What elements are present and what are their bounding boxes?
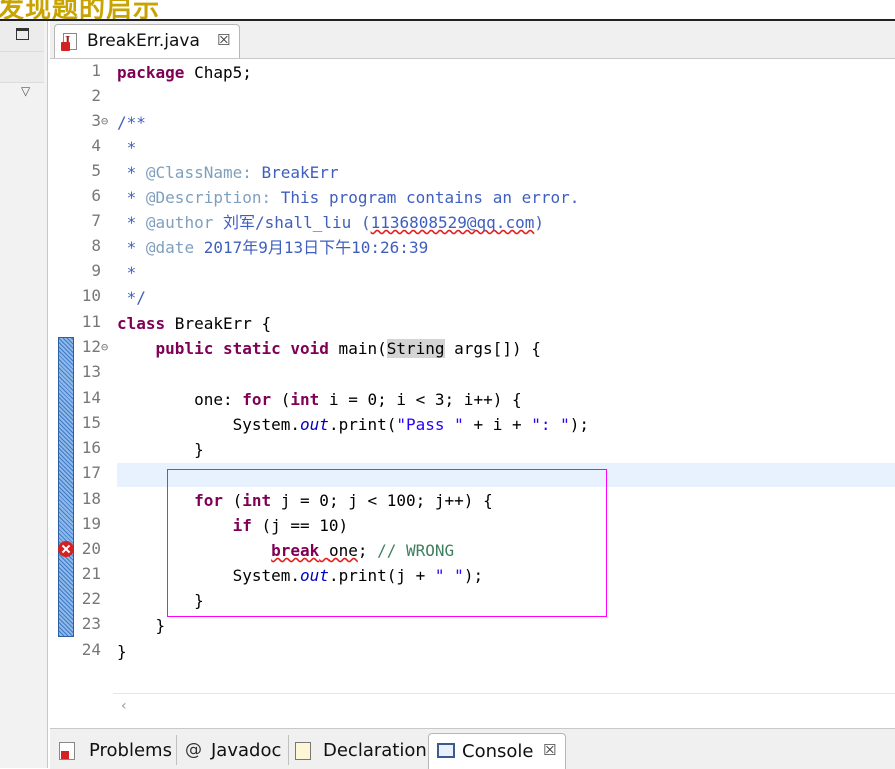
code-line-10: */	[117, 288, 146, 307]
line-number: 11	[81, 312, 101, 331]
problems-icon	[59, 742, 75, 760]
line-number: 20	[81, 539, 101, 558]
code-line-8: * @date 2017年9月13日下午10:26:39	[117, 238, 429, 257]
line-number: 8	[91, 236, 101, 255]
horizontal-scrollbar[interactable]: ‹	[113, 693, 895, 722]
tab-separator	[176, 735, 177, 765]
fold-minus-icon[interactable]: ⊖	[101, 340, 108, 354]
declaration-icon	[295, 742, 311, 760]
code-line-15: System.out.print("Pass " + i + ": ");	[117, 415, 590, 434]
code-line-24: }	[117, 642, 127, 661]
code-line-23: }	[117, 616, 166, 635]
view-menu-button[interactable]	[0, 52, 44, 83]
line-number: 21	[81, 564, 101, 583]
line-number: 12	[81, 337, 101, 356]
tab-separator	[288, 735, 289, 765]
change-marker-bar[interactable]	[58, 337, 74, 637]
line-number: 9	[91, 261, 101, 280]
tab-javadoc[interactable]: @ Javadoc	[180, 733, 286, 769]
at-icon: @	[185, 740, 202, 760]
line-number: 17	[81, 463, 101, 482]
banner-text: 发现题的启示	[0, 0, 161, 19]
tab-label: BreakErr.java	[87, 31, 200, 51]
line-number: 22	[81, 589, 101, 608]
line-number: 2	[91, 86, 101, 105]
tab-console[interactable]: Console ☒	[428, 733, 566, 769]
line-number: 23	[81, 614, 101, 633]
tab-declaration[interactable]: Declaration	[292, 733, 427, 769]
line-number: 1	[91, 61, 101, 80]
scroll-left-icon[interactable]: ‹	[121, 698, 127, 714]
close-icon[interactable]: ☒	[543, 741, 556, 759]
line-number: 24	[81, 640, 101, 659]
code-line-3: /**	[117, 113, 146, 132]
code-line-14: one: for (int i = 0; i < 3; i++) {	[117, 390, 522, 409]
restore-button[interactable]	[0, 21, 44, 52]
close-icon[interactable]: ☒	[217, 31, 230, 49]
highlight-box	[167, 469, 607, 617]
line-number: 4	[91, 136, 101, 155]
restore-icon	[16, 28, 29, 40]
chevron-down-icon[interactable]: ▽	[21, 84, 30, 98]
code-line-11: class BreakErr {	[117, 314, 272, 333]
line-number: 15	[81, 413, 101, 432]
line-number: 13	[81, 362, 101, 381]
line-number: 16	[81, 438, 101, 457]
code-line-6: * @Description: This program contains an…	[117, 188, 580, 207]
error-icon[interactable]	[58, 541, 74, 557]
code-line-4: *	[117, 138, 137, 157]
line-number: 19	[81, 514, 101, 533]
left-side-strip: ▽	[0, 21, 48, 768]
java-file-error-icon: J	[61, 33, 77, 51]
title-banner: 发现题的启示	[0, 0, 895, 19]
line-number: 7	[91, 211, 101, 230]
line-number: 5	[91, 161, 101, 180]
editor-tab-bar: J BreakErr.java ☒	[50, 21, 895, 59]
line-number: 18	[81, 489, 101, 508]
line-number: 6	[91, 186, 101, 205]
code-line-16: }	[117, 440, 204, 459]
tab-problems[interactable]: Problems	[56, 733, 176, 769]
code-line-1: package Chap5;	[117, 63, 252, 82]
line-number: 10	[81, 286, 101, 305]
console-icon	[437, 743, 455, 758]
tab-breakerr-java[interactable]: J BreakErr.java ☒	[54, 24, 240, 58]
bottom-panel-tab-bar: Problems @ Javadoc Declaration Console ☒	[50, 728, 895, 769]
code-line-12: public static void main(String args[]) {	[117, 339, 541, 358]
line-number: 3	[91, 111, 101, 130]
code-line-7: * @author 刘军/shall_liu (1136808529@qq.co…	[117, 213, 544, 232]
line-number: 14	[81, 388, 101, 407]
fold-minus-icon[interactable]: ⊖	[101, 114, 108, 128]
code-line-5: * @ClassName: BreakErr	[117, 163, 339, 182]
code-line-9: *	[117, 263, 137, 282]
